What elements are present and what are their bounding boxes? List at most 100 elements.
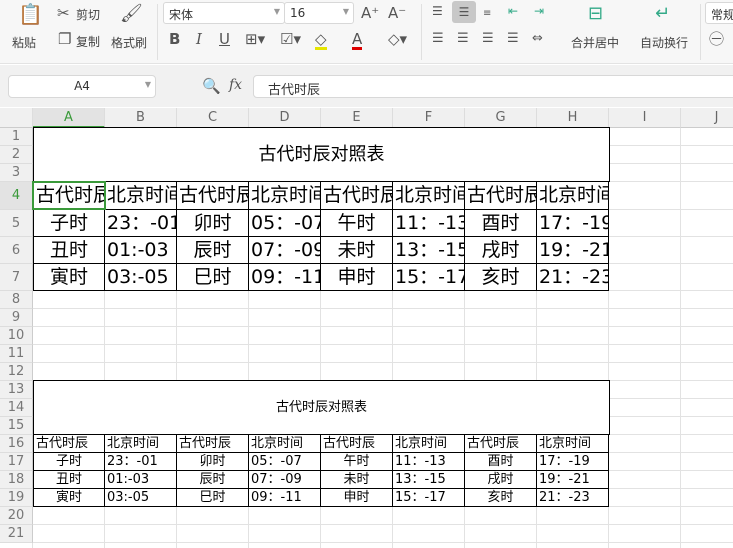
- justify-icon[interactable]: ☰: [507, 31, 519, 47]
- table-cell[interactable]: 09：-11: [249, 264, 321, 291]
- table-cell[interactable]: 03:-05: [105, 489, 177, 507]
- table-cell[interactable]: 05：-07: [249, 453, 321, 471]
- paste-button[interactable]: 粘贴: [12, 34, 36, 51]
- table-cell[interactable]: 19：-21: [537, 471, 609, 489]
- table-cell[interactable]: 丑时: [33, 237, 105, 264]
- row-header-9[interactable]: 9: [0, 309, 33, 327]
- table-header-cell[interactable]: 古代时辰: [33, 435, 105, 453]
- table-cell[interactable]: 午时: [321, 210, 393, 237]
- row-header-6[interactable]: 6: [0, 237, 33, 264]
- cut-button[interactable]: 剪切: [76, 6, 100, 23]
- row-header-11[interactable]: 11: [0, 345, 33, 363]
- row-header-1[interactable]: 1: [0, 128, 33, 146]
- table-cell[interactable]: 辰时: [177, 471, 249, 489]
- eraser-icon[interactable]: ◇▾: [388, 31, 407, 47]
- table-title[interactable]: 古代时辰对照表: [33, 127, 610, 182]
- table-cell[interactable]: 13：-15: [393, 237, 465, 264]
- table-cell[interactable]: 巳时: [177, 264, 249, 291]
- table-cell[interactable]: 酉时: [465, 210, 537, 237]
- row-header-21[interactable]: 21: [0, 525, 33, 543]
- table-cell[interactable]: 23：-01: [105, 210, 177, 237]
- format-painter-button[interactable]: 格式刷: [111, 34, 147, 51]
- font-name-select[interactable]: 宋体 ▼: [163, 2, 285, 24]
- row-header-15[interactable]: 15: [0, 417, 33, 435]
- table-cell[interactable]: 17：-19: [537, 453, 609, 471]
- align-center-icon[interactable]: ☰: [457, 31, 469, 47]
- table-cell[interactable]: 寅时: [33, 264, 105, 291]
- wrap-text-button[interactable]: 自动换行: [640, 34, 688, 51]
- table-cell[interactable]: 午时: [321, 453, 393, 471]
- table-cell[interactable]: 寅时: [33, 489, 105, 507]
- row-header-2[interactable]: 2: [0, 146, 33, 164]
- align-top-icon[interactable]: ☰: [432, 3, 443, 19]
- table-cell[interactable]: 11：-13: [393, 210, 465, 237]
- table-cell[interactable]: 申时: [321, 489, 393, 507]
- bold-button[interactable]: B: [169, 31, 180, 47]
- table-cell[interactable]: 23：-01: [105, 453, 177, 471]
- table-cell[interactable]: 09：-11: [249, 489, 321, 507]
- table-header-cell[interactable]: 北京时间: [249, 182, 321, 210]
- table-cell[interactable]: 19：-21: [537, 237, 609, 264]
- fill-color-icon[interactable]: ◇: [315, 31, 327, 50]
- table-cell[interactable]: 05：-07: [249, 210, 321, 237]
- table-cell[interactable]: 17：-19: [537, 210, 609, 237]
- table-cell[interactable]: 15：-17: [393, 264, 465, 291]
- column-header-d[interactable]: D: [249, 108, 321, 128]
- indent-increase-icon[interactable]: ⇥: [534, 3, 544, 19]
- row-header-20[interactable]: 20: [0, 507, 33, 525]
- row-header-12[interactable]: 12: [0, 363, 33, 381]
- row-header-10[interactable]: 10: [0, 327, 33, 345]
- row-header-5[interactable]: 5: [0, 210, 33, 237]
- table-cell[interactable]: 13：-15: [393, 471, 465, 489]
- table-title[interactable]: 古代时辰对照表: [33, 380, 610, 435]
- table-header-cell[interactable]: 北京时间: [105, 435, 177, 453]
- column-header-e[interactable]: E: [321, 108, 393, 128]
- table-header-cell[interactable]: 北京时间: [537, 435, 609, 453]
- table-cell[interactable]: 申时: [321, 264, 393, 291]
- borders-icon[interactable]: ⊞▾: [245, 31, 265, 47]
- row-header-18[interactable]: 18: [0, 471, 33, 489]
- column-header-c[interactable]: C: [177, 108, 249, 128]
- table-header-cell[interactable]: 古代时辰: [321, 435, 393, 453]
- table-cell[interactable]: 01:-03: [105, 471, 177, 489]
- font-color-icon[interactable]: A: [352, 31, 363, 50]
- table-cell[interactable]: 07：-09: [249, 471, 321, 489]
- table-cell[interactable]: 未时: [321, 471, 393, 489]
- align-middle-icon[interactable]: ☰: [452, 1, 476, 23]
- column-header-j[interactable]: J: [681, 108, 733, 128]
- table-cell[interactable]: 21：-23: [537, 264, 609, 291]
- table-cell[interactable]: 未时: [321, 237, 393, 264]
- table-cell[interactable]: 戌时: [465, 237, 537, 264]
- fx-icon[interactable]: fx: [229, 77, 242, 93]
- table-header-cell[interactable]: 北京时间: [393, 182, 465, 210]
- table-header-cell[interactable]: 北京时间: [393, 435, 465, 453]
- column-header-a[interactable]: A: [33, 108, 105, 128]
- row-header-4[interactable]: 4: [0, 182, 33, 210]
- font-size-select[interactable]: 16 ▼: [284, 2, 354, 24]
- table-header-cell[interactable]: 古代时辰: [465, 435, 537, 453]
- select-all-corner[interactable]: [0, 108, 33, 128]
- row-header-19[interactable]: 19: [0, 489, 33, 507]
- copy-button[interactable]: 复制: [76, 33, 100, 50]
- number-format-select[interactable]: 常规: [705, 2, 733, 24]
- row-header-14[interactable]: 14: [0, 399, 33, 417]
- row-header-8[interactable]: 8: [0, 291, 33, 309]
- paste-icon[interactable]: 📋: [18, 4, 43, 24]
- table-header-cell[interactable]: 古代时辰: [177, 182, 249, 210]
- distributed-icon[interactable]: ⇔: [532, 31, 543, 47]
- active-cell-selection[interactable]: [32, 181, 106, 210]
- table-cell[interactable]: 亥时: [465, 489, 537, 507]
- align-right-icon[interactable]: ☰: [482, 31, 494, 47]
- row-header-3[interactable]: 3: [0, 164, 33, 182]
- column-header-i[interactable]: I: [609, 108, 681, 128]
- table-cell[interactable]: 亥时: [465, 264, 537, 291]
- table-header-cell[interactable]: 古代时辰: [321, 182, 393, 210]
- underline-button[interactable]: U: [219, 31, 230, 47]
- decrease-font-icon[interactable]: A⁻: [388, 5, 406, 21]
- zoom-formula-icon[interactable]: 🔍: [202, 78, 221, 94]
- table-cell[interactable]: 丑时: [33, 471, 105, 489]
- row-header-7[interactable]: 7: [0, 264, 33, 291]
- table-header-cell[interactable]: 北京时间: [105, 182, 177, 210]
- table-header-cell[interactable]: 古代时辰: [465, 182, 537, 210]
- table-header-cell[interactable]: 北京时间: [537, 182, 609, 210]
